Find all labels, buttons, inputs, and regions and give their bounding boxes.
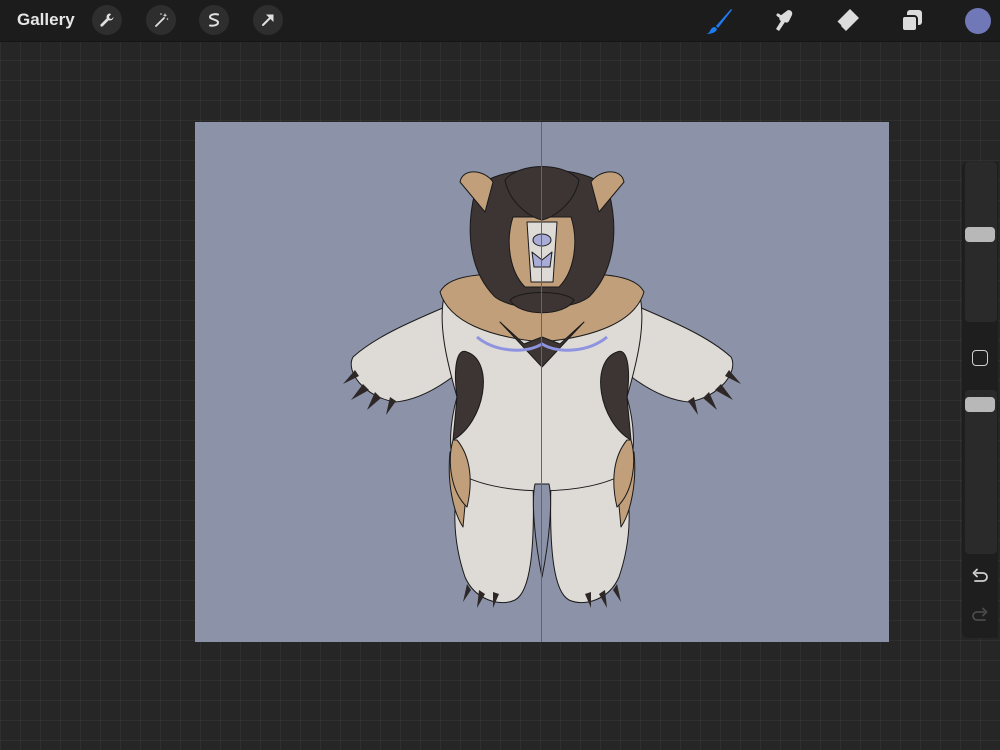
adjustments-button[interactable] <box>146 5 176 35</box>
selection-icon <box>208 13 220 27</box>
selection-button[interactable] <box>199 5 229 35</box>
color-picker-button[interactable] <box>965 8 991 34</box>
modify-button[interactable] <box>972 350 988 366</box>
magic-wand-icon <box>155 13 169 27</box>
character-artwork <box>343 166 741 608</box>
symmetry-guide-line <box>541 122 542 642</box>
transform-button[interactable] <box>253 5 283 35</box>
drawing-canvas[interactable] <box>195 122 889 642</box>
brush-tool-button[interactable] <box>704 6 734 36</box>
redo-icon[interactable] <box>971 607 989 625</box>
transform-arrow-icon <box>262 14 274 26</box>
brush-icon <box>706 9 732 34</box>
opacity-slider[interactable] <box>965 390 997 554</box>
brush-size-thumb[interactable] <box>965 227 995 243</box>
smudge-tool-button[interactable] <box>768 6 798 36</box>
gallery-button[interactable]: Gallery <box>17 10 75 30</box>
layers-button[interactable] <box>897 6 927 36</box>
top-toolbar: Gallery <box>0 0 1000 42</box>
eraser-icon <box>836 9 859 31</box>
actions-button[interactable] <box>92 5 122 35</box>
layers-icon <box>901 10 922 32</box>
smudge-icon <box>776 10 793 31</box>
sidebar <box>962 162 998 638</box>
opacity-thumb[interactable] <box>965 397 995 413</box>
undo-icon[interactable] <box>971 568 989 586</box>
eraser-tool-button[interactable] <box>832 6 862 36</box>
wrench-icon <box>100 13 114 27</box>
